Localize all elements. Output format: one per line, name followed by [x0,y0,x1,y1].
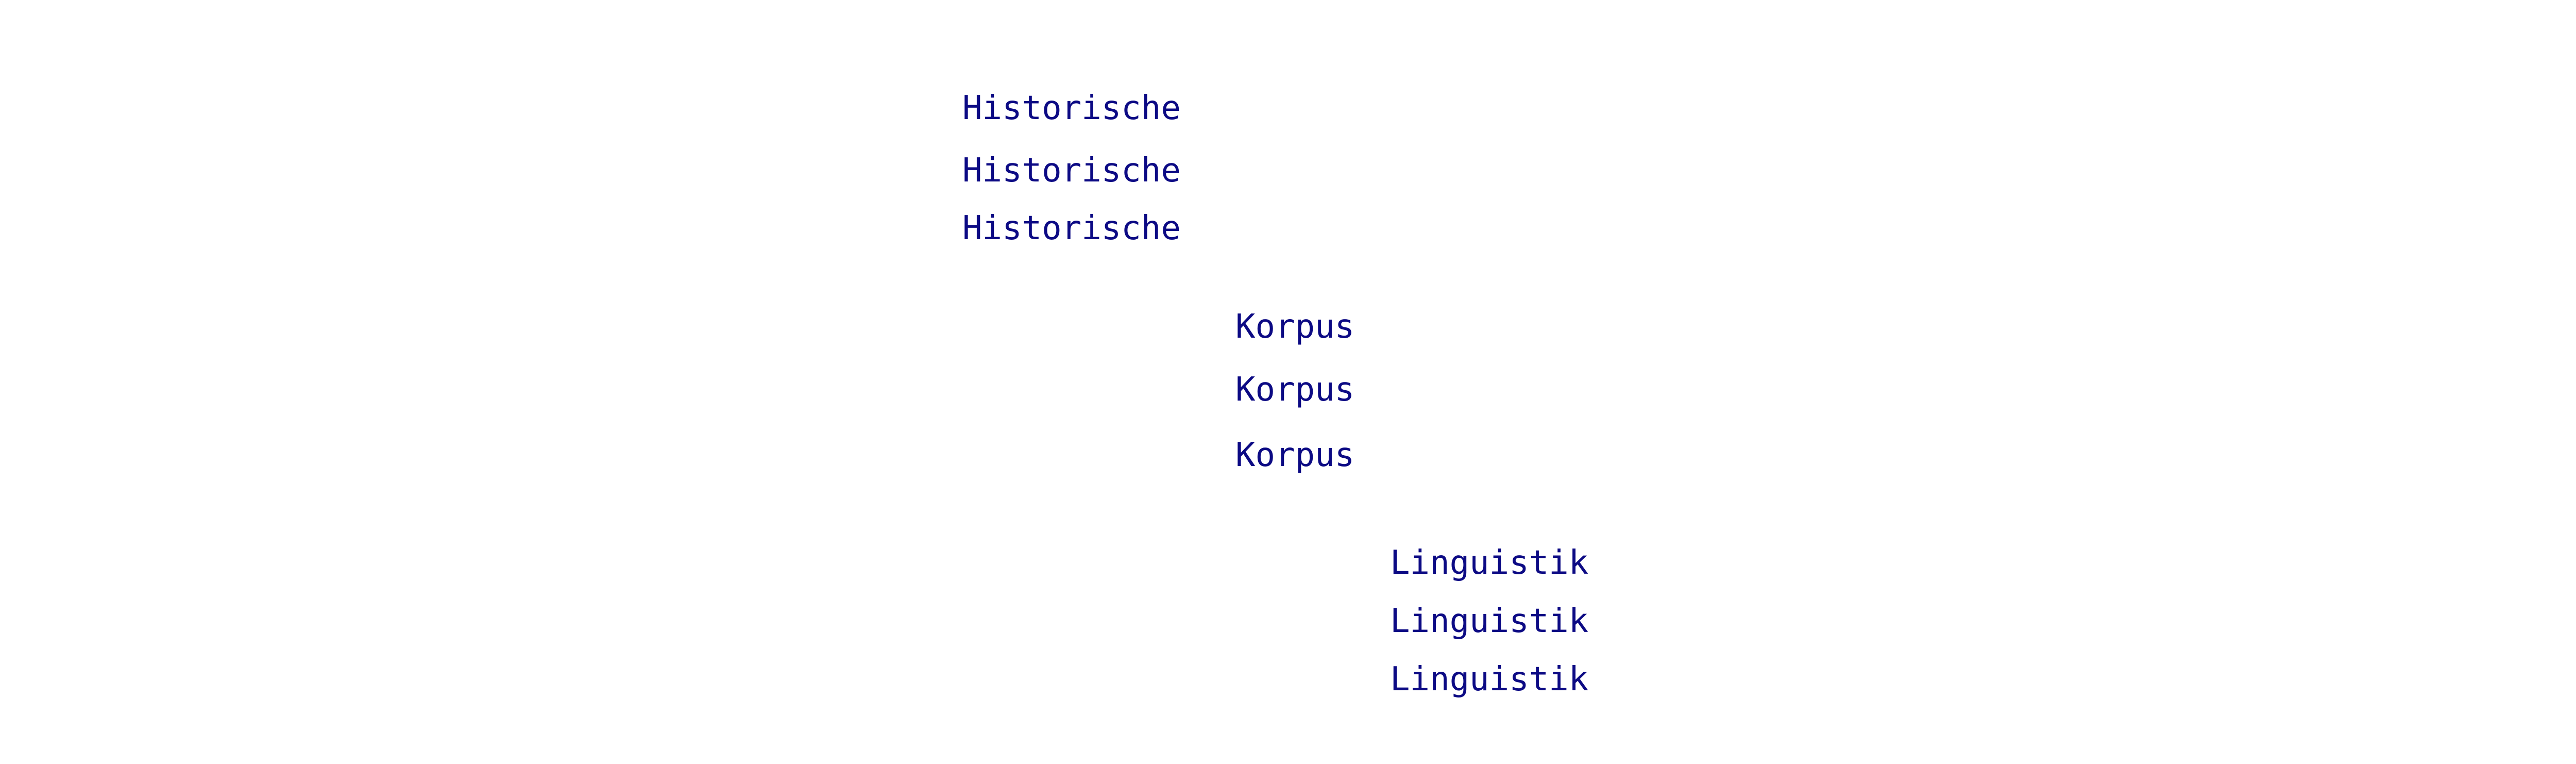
word-korpus: Korpus [1235,371,1355,409]
word-linguistik: Linguistik [1390,660,1589,699]
word-historische: Historische [962,152,1181,190]
word-historische: Historische [962,209,1181,247]
word-korpus: Korpus [1235,308,1355,346]
word-linguistik: Linguistik [1390,602,1589,640]
word-linguistik: Linguistik [1390,544,1589,582]
word-historische: Historische [962,89,1181,127]
word-korpus: Korpus [1235,436,1355,474]
